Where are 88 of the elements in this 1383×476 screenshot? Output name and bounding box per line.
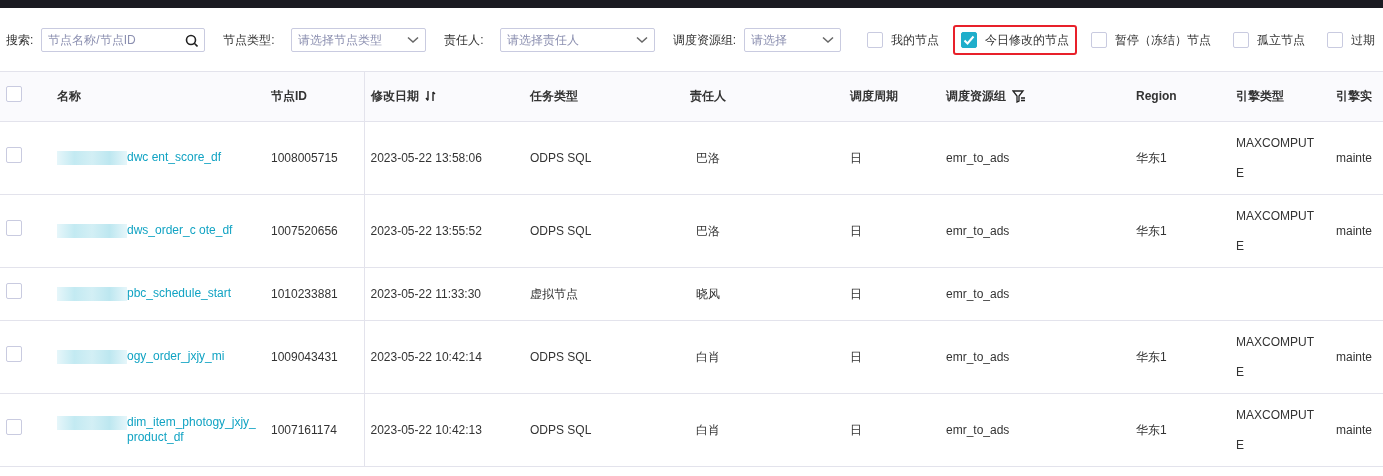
checkbox[interactable] (6, 419, 22, 435)
chevron-down-icon (635, 35, 648, 44)
column-header: 责任人 (690, 88, 726, 106)
table-cell-text: 1007161174 (271, 421, 338, 439)
table-cell-text: emr_to_ads (946, 149, 1011, 167)
checkbox[interactable] (6, 85, 22, 102)
node-name-link[interactable]: dim_item_photogy_jxjy_product_df (127, 414, 259, 445)
node-name-link[interactable]: dwc ent_score_df (127, 150, 259, 165)
table-cell-text: 巴洛 (696, 149, 721, 167)
table-cell-text: 2023-05-22 11:33:30 (370, 285, 483, 303)
select-field[interactable]: 请选择节点类型 (290, 27, 427, 52)
table-cell-text: 2023-05-22 10:42:14 (370, 348, 483, 366)
table-cell-text: 白肖 (696, 421, 721, 439)
check-icon (963, 34, 975, 45)
column-header: 引擎实 (1336, 88, 1372, 106)
chevron-down-icon (822, 35, 834, 44)
table-cell-text: emr_to_ads (946, 285, 1011, 303)
select-field[interactable]: 请选择 (743, 27, 841, 52)
column-header: 任务类型 (530, 88, 578, 106)
table-cell-text: 华东1 (1136, 421, 1168, 439)
checkbox-label: 过期 (1351, 31, 1375, 49)
search-icon (185, 33, 199, 47)
table-cell-text: 1008005715 (271, 149, 339, 167)
table-cell-text: 日 (850, 421, 863, 439)
checkbox[interactable] (6, 220, 22, 236)
checkbox-label: 我的节点 (891, 31, 939, 49)
table-cell-text: 日 (850, 348, 863, 366)
field-label: 节点类型: (223, 31, 275, 49)
checkbox[interactable] (961, 31, 977, 48)
table-cell-text: emr_to_ads (946, 348, 1011, 366)
table-cell-text: 2023-05-22 13:58:06 (370, 149, 483, 167)
column-header: 名称 (57, 88, 81, 106)
column-header: 调度资源组 (946, 88, 1006, 106)
field-label: 责任人: (444, 31, 484, 49)
table-cell-text: 虚拟节点 (530, 285, 579, 303)
checkbox[interactable] (1091, 31, 1107, 48)
table-cell-text: ODPS SQL (530, 348, 593, 366)
column-header: Region (1136, 88, 1177, 106)
checkbox[interactable] (6, 346, 22, 362)
table-cell-text: 巴洛 (696, 222, 721, 240)
table-cell-text: 日 (850, 222, 863, 240)
table-cell-text: mainte (1336, 421, 1374, 439)
checkbox[interactable] (867, 31, 883, 48)
table-cell-text: mainte (1336, 149, 1374, 167)
table-cell-text: ODPS SQL (530, 421, 593, 439)
table-cell-text: 白肖 (696, 348, 721, 366)
table-cell-text: emr_to_ads (946, 222, 1011, 240)
checkbox[interactable] (6, 283, 22, 299)
table-cell-text: ODPS SQL (530, 222, 593, 240)
table-cell-text: mainte (1336, 222, 1374, 240)
checkbox-label: 暂停（冻结）节点 (1115, 31, 1211, 49)
table-cell-text: 2023-05-22 10:42:13 (370, 421, 483, 439)
table-cell-text: 晓风 (696, 285, 721, 303)
column-header: 节点ID (271, 88, 307, 106)
node-name-link[interactable]: dws_order_c ote_df (127, 223, 259, 238)
table-cell-text: ODPS SQL (530, 149, 593, 167)
table-cell-text: MAXCOMPUTE (1236, 207, 1315, 255)
table-cell-text: 日 (850, 149, 863, 167)
column-header: 修改日期 (370, 88, 419, 106)
table-cell-text: 2023-05-22 13:55:52 (370, 222, 483, 240)
node-name-link[interactable]: pbc_schedule_start (127, 286, 259, 301)
checkbox[interactable] (1327, 31, 1343, 48)
checkbox[interactable] (6, 147, 22, 163)
filter-icon (1012, 89, 1026, 103)
table-cell-text: 华东1 (1136, 222, 1168, 240)
node-name-link[interactable]: ogy_order_jxjy_mi (127, 349, 259, 364)
search-field[interactable]: 节点名称/节点ID (41, 27, 206, 52)
sort-icon (424, 90, 436, 103)
chevron-down-icon (407, 35, 420, 44)
table-cell-text: mainte (1336, 348, 1374, 366)
table-cell-text: 华东1 (1136, 348, 1168, 366)
field-label: 调度资源组: (672, 31, 736, 49)
table-cell-text: 日 (850, 285, 863, 303)
table-cell-text: emr_to_ads (946, 421, 1011, 439)
table-cell-text: MAXCOMPUTE (1236, 134, 1315, 182)
column-header: 调度周期 (850, 88, 898, 106)
field-label: 搜索: (6, 31, 34, 49)
table-cell-text: 1010233881 (271, 285, 339, 303)
checkbox[interactable] (1233, 31, 1249, 48)
table-cell-text: 1007520656 (271, 222, 339, 240)
column-header: 引擎类型 (1236, 88, 1284, 106)
checkbox-label: 今日修改的节点 (985, 31, 1069, 49)
table-cell-text: MAXCOMPUTE (1236, 406, 1315, 454)
table-cell-text: MAXCOMPUTE (1236, 333, 1315, 381)
table-cell-text: 1009043431 (271, 348, 339, 366)
select-field[interactable]: 请选择责任人 (499, 27, 655, 52)
checkbox-label: 孤立节点 (1257, 31, 1305, 49)
table-cell-text: 华东1 (1136, 149, 1168, 167)
